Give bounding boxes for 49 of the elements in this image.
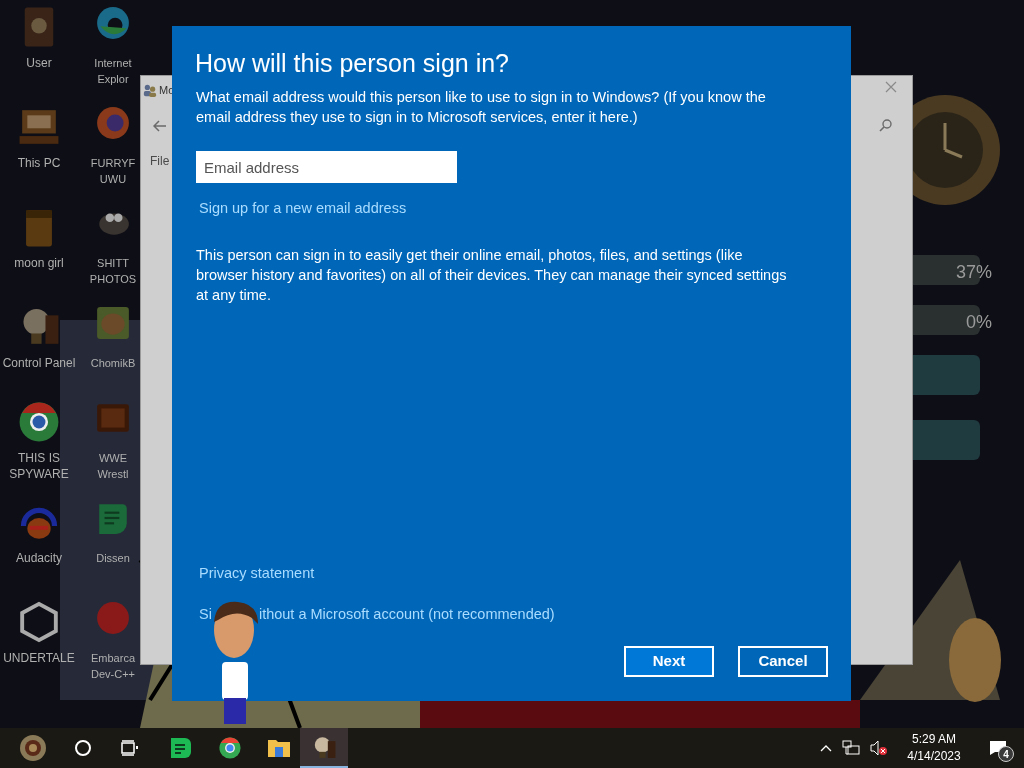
icon-label: Wrestl [97, 467, 129, 482]
clock-date[interactable]: 4/14/2023 [907, 748, 961, 765]
icon-label: SHITT [97, 256, 129, 271]
back-arrow-icon[interactable] [153, 120, 167, 132]
icon-label: UNDERTALE [3, 650, 75, 666]
gauge-reading: 0% [966, 311, 992, 334]
sign-up-link[interactable]: Sign up for a new email address [199, 198, 407, 220]
cancel-button[interactable]: Cancel [738, 646, 828, 677]
clock-time[interactable]: 5:29 AM [912, 731, 956, 748]
users-icon [143, 83, 157, 97]
icon-label: WWE [98, 451, 128, 466]
folder-icon[interactable] [267, 738, 291, 758]
dialog-title: How will this person sign in? [195, 48, 511, 79]
icon-label: User [26, 55, 52, 71]
icon-label: SPYWARE [9, 466, 69, 482]
icon-label: moon girl [14, 255, 64, 271]
icon-label: FURRYF [90, 156, 136, 171]
icon-label: Explor [97, 72, 129, 87]
icon-label: This PC [17, 155, 61, 171]
app-icon[interactable] [17, 600, 61, 644]
volume-muted-icon[interactable] [870, 740, 888, 756]
app-icon[interactable] [17, 400, 61, 444]
icon-label: UWU [99, 172, 127, 187]
icon-label: Embarca [91, 651, 135, 666]
gauge-reading: 37% [955, 261, 992, 284]
icon-label: THIS IS [18, 450, 60, 466]
search-icon[interactable] [879, 119, 892, 132]
icon-label: Control Panel [2, 355, 76, 371]
icon-label: ChomikB [90, 356, 136, 371]
icon-label: Dev-C++ [91, 667, 135, 682]
local-account-link[interactable]: ithout a Microsoft account (not recommended) [258, 604, 555, 626]
icon-label: Audacity [16, 550, 62, 566]
task-view-icon[interactable] [121, 740, 139, 756]
search-circle-icon[interactable] [74, 739, 92, 757]
icon-label: Dissen [96, 551, 130, 566]
chrome-icon[interactable] [218, 736, 242, 760]
icon-label: Internet [94, 56, 132, 71]
icon-label: PHOTOS [89, 272, 137, 287]
caret-up-icon[interactable] [820, 744, 832, 752]
prompt-text: What email address would this person like to use to sign in to Windows? (If you know the email address they use to sign in to Microsoft services, enter it here.) [196, 88, 767, 127]
info-text: This person can sign in to easily get their online email, photos, files, and settings (like browser history and favorites) on all of their devices. They can manage their synced settings at any time. [196, 245, 788, 305]
chat-icon[interactable] [170, 737, 192, 759]
file-menu[interactable]: File [150, 152, 170, 170]
notification-badge: 4 [998, 746, 1014, 762]
network-icon[interactable] [842, 740, 860, 756]
local-account-link[interactable]: Si [199, 604, 212, 626]
privacy-link[interactable]: Privacy statement [199, 562, 315, 585]
next-button[interactable]: Next [624, 646, 714, 677]
email-field[interactable]: Email address [196, 151, 457, 183]
